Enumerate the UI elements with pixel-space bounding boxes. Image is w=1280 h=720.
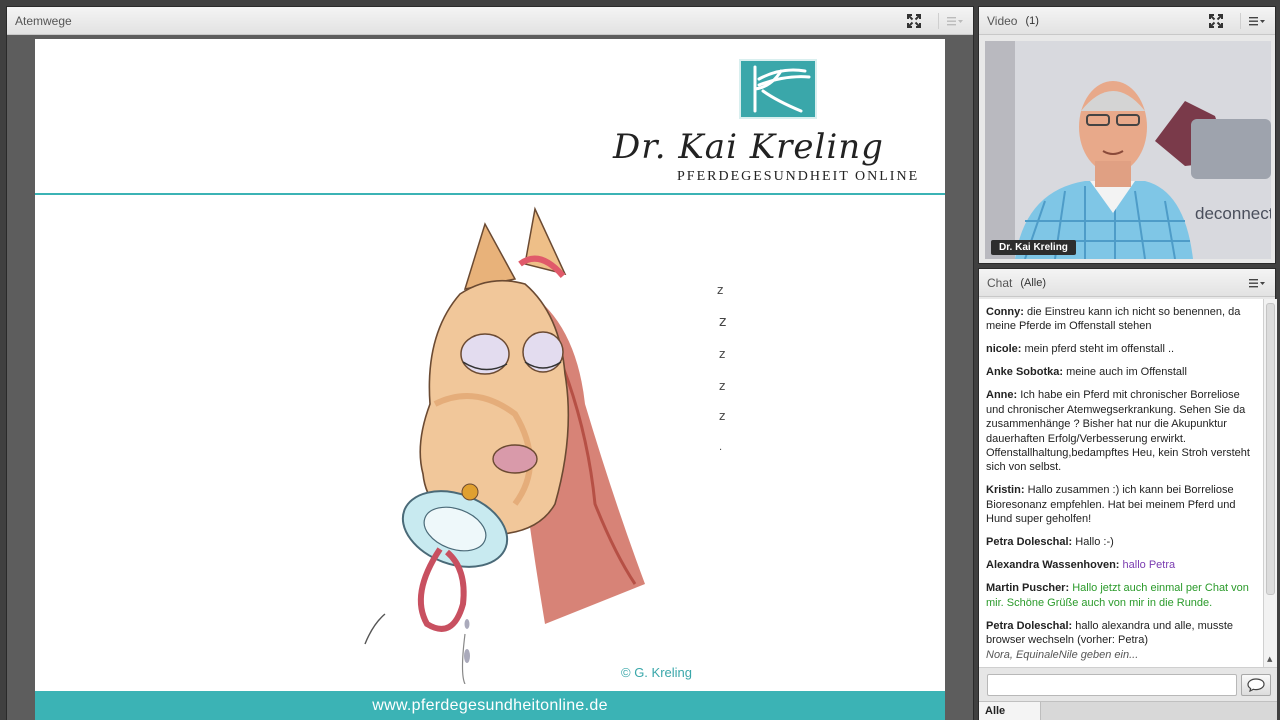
slide-area: Dr. Kai Kreling PFERDEGESUNDHEIT ONLINE: [7, 35, 973, 720]
webcam-image: deconnect: [985, 41, 1271, 259]
chat-username: Petra Doleschal:: [986, 619, 1073, 632]
typing-indicator: Nora, EquinaleNile geben ein...: [986, 649, 1139, 662]
chat-tab-all[interactable]: Alle: [979, 702, 1041, 720]
chat-text: Ich habe ein Pferd mit chronischer Borre…: [986, 389, 1250, 474]
logo-name: Dr. Kai Kreling: [613, 127, 884, 167]
svg-text:z: z: [719, 347, 725, 361]
presenter-name-label: Dr. Kai Kreling: [991, 240, 1076, 255]
chat-message: Anke Sobotka: meine auch im Offenstall: [986, 365, 1257, 379]
presentation-pod-title: Atemwege: [15, 13, 72, 28]
video-pod-header: Video (1): [979, 7, 1275, 35]
svg-text:z: z: [717, 283, 723, 297]
video-pod: Video (1) deconnect Dr. Kai Kreling: [978, 6, 1276, 264]
slide-footer-band: www.pferdegesundheitonline.de: [35, 691, 945, 720]
chat-message-input[interactable]: [987, 674, 1237, 696]
logo-subtitle: PFERDEGESUNDHEIT ONLINE: [677, 169, 920, 184]
scroll-arrow-icon[interactable]: ▲: [1267, 655, 1272, 663]
chat-pod: Chat (Alle) Conny: die Einstreu kann ich…: [978, 268, 1277, 720]
chat-username: Conny:: [986, 306, 1024, 318]
chat-username: Anke Sobotka:: [986, 366, 1064, 379]
chat-scrollbar[interactable]: ▲: [1263, 299, 1277, 667]
video-pod-title: Video: [987, 13, 1018, 28]
kreling-logo-emblem: [739, 59, 817, 119]
speech-bubble-icon: [1247, 678, 1265, 692]
video-background-text: deconnect: [1195, 204, 1271, 223]
pod-options-menu-icon[interactable]: [1247, 11, 1267, 31]
slide-divider-line: [35, 193, 945, 195]
chat-message: Martin Puscher: Hallo jetzt auch einmal …: [986, 581, 1257, 610]
scrollbar-thumb[interactable]: [1266, 303, 1275, 595]
chat-username: Petra Doleschal:: [986, 536, 1073, 549]
copyright-text: © G. Kreling: [621, 665, 692, 680]
fullscreen-icon[interactable]: [1206, 11, 1226, 31]
chat-input-row: [979, 667, 1277, 701]
horse-with-pacifier-illustration: z z z z z .: [364, 206, 726, 684]
chat-pod-title: Chat: [987, 275, 1013, 290]
chat-text: meine auch im Offenstall: [1066, 366, 1187, 379]
chat-username: nicole:: [986, 343, 1022, 356]
pod-options-menu-icon[interactable]: [945, 11, 965, 31]
header-divider: [1240, 12, 1241, 29]
chat-message: Petra Doleschal: hallo alexandra und all…: [986, 619, 1257, 648]
presentation-pod: Atemwege Dr. Kai Kreling PFERDEGESUNDHEI…: [6, 6, 974, 720]
presentation-slide: Dr. Kai Kreling PFERDEGESUNDHEIT ONLINE: [35, 39, 945, 720]
svg-text:z: z: [719, 314, 726, 330]
chat-text: Hallo :-): [1075, 536, 1114, 549]
chat-scope: (Alle): [1020, 276, 1047, 289]
chat-message-list[interactable]: Conny: die Einstreu kann ich nicht so be…: [979, 299, 1263, 667]
fullscreen-icon[interactable]: [904, 11, 924, 31]
meeting-room: Atemwege Dr. Kai Kreling PFERDEGESUNDHEI…: [0, 0, 1280, 720]
presentation-pod-header: Atemwege: [7, 7, 973, 35]
chat-message: Petra Doleschal: Hallo :-): [986, 535, 1257, 549]
chat-message: nicole: mein pferd steht im offenstall .…: [986, 342, 1257, 356]
chat-message: Conny: die Einstreu kann ich nicht so be…: [986, 305, 1257, 334]
chat-username: Martin Puscher:: [986, 582, 1070, 595]
chat-username: Anne:: [986, 389, 1018, 402]
chat-tab-bar: Alle: [979, 701, 1277, 720]
chat-pod-header: Chat (Alle): [979, 269, 1275, 297]
chat-text: hallo Petra: [1122, 559, 1176, 572]
chat-message: Kristin: Hallo zusammen :) ich kann bei …: [986, 483, 1257, 526]
footer-url: www.pferdegesundheitonline.de: [372, 697, 608, 714]
chat-message: Alexandra Wassenhoven: hallo Petra: [986, 558, 1257, 572]
chat-username: Kristin:: [986, 484, 1025, 497]
chat-text: die Einstreu kann ich nicht so benennen,…: [986, 306, 1241, 333]
svg-text:z: z: [719, 379, 725, 393]
header-divider: [938, 12, 939, 29]
pod-options-menu-icon[interactable]: [1247, 273, 1267, 293]
svg-text:.: .: [719, 442, 722, 453]
send-message-button[interactable]: [1241, 674, 1271, 696]
video-count: (1): [1025, 14, 1039, 27]
chat-text: mein pferd steht im offenstall ..: [1024, 343, 1175, 356]
chat-username: Alexandra Wassenhoven:: [986, 559, 1120, 572]
svg-text:z: z: [719, 409, 725, 423]
webcam-video[interactable]: deconnect Dr. Kai Kreling: [985, 41, 1271, 259]
chat-message: Anne: Ich habe ein Pferd mit chronischer…: [986, 388, 1257, 474]
